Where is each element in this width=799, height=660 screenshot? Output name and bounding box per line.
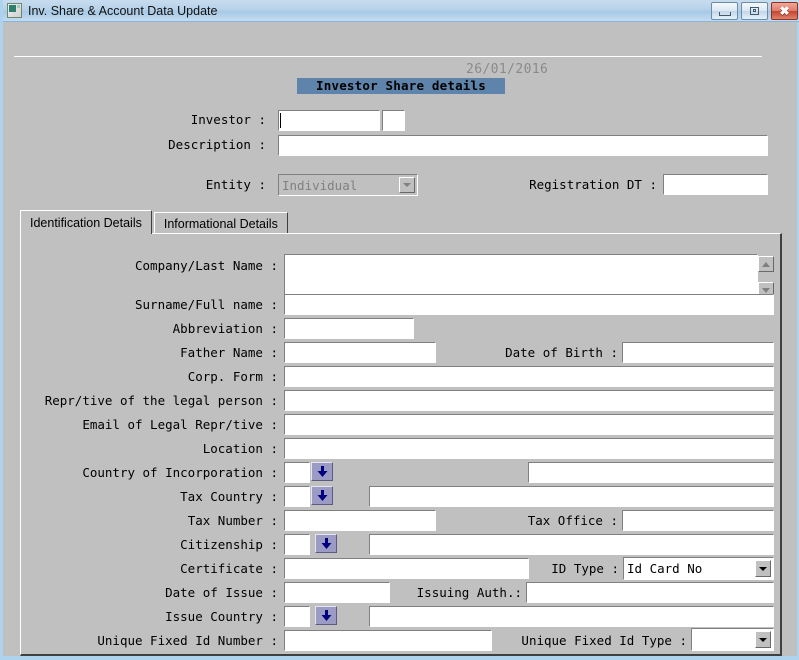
app-window-icon [7, 3, 22, 18]
id-type-select[interactable]: Id Card No [623, 557, 774, 580]
country-of-incorporation-lookup-button[interactable] [311, 462, 333, 481]
issue-country-code-input[interactable] [284, 606, 310, 627]
tax-country-lookup-button[interactable] [311, 486, 333, 505]
country-of-incorporation-name-input[interactable] [528, 462, 774, 483]
window-controls: ✖ [711, 2, 798, 20]
description-input[interactable] [278, 135, 768, 156]
chevron-down-icon[interactable] [755, 631, 771, 648]
tab-informational-details[interactable]: Informational Details [153, 212, 288, 234]
tax-country-code-input[interactable] [284, 486, 310, 507]
abbreviation-label: Abbreviation : [172, 321, 278, 336]
tax-office-input[interactable] [622, 510, 774, 531]
tax-country-label: Tax Country : [180, 489, 278, 504]
maximize-icon [750, 7, 759, 15]
chevron-down-icon[interactable] [399, 177, 415, 193]
title-bar: Inv. Share & Account Data Update ✖ [3, 0, 799, 22]
id-type-label: ID Type : [551, 561, 619, 576]
entity-select[interactable]: Individual [278, 174, 418, 196]
citizenship-label: Citizenship : [180, 537, 278, 552]
down-arrow-lookup-icon [317, 490, 327, 501]
citizenship-name-input[interactable] [369, 534, 774, 555]
date-of-issue-label: Date of Issue : [165, 585, 278, 600]
surname-full-name-label: Surname/Full name : [135, 297, 278, 312]
tax-number-input[interactable] [284, 510, 436, 531]
tax-country-name-input[interactable] [369, 486, 774, 507]
text-caret [280, 113, 281, 128]
location-input[interactable] [284, 438, 774, 459]
tab-identification-details-label: Identification Details [30, 215, 142, 230]
down-arrow-lookup-icon [321, 538, 331, 549]
tab-identification-details[interactable]: Identification Details [20, 210, 152, 234]
unique-fixed-id-type-select[interactable] [691, 628, 774, 651]
minimize-icon [718, 11, 731, 16]
entity-label: Entity : [205, 177, 266, 192]
father-name-input[interactable] [284, 342, 436, 363]
date-of-issue-input[interactable] [284, 582, 390, 603]
close-button[interactable]: ✖ [771, 2, 798, 20]
surname-full-name-input[interactable] [284, 294, 774, 315]
scroll-up-icon[interactable] [758, 256, 774, 272]
abbreviation-input[interactable] [284, 318, 414, 339]
investor-input[interactable] [278, 110, 380, 131]
current-date: 26/01/2016 [466, 62, 549, 77]
corp-form-input[interactable] [284, 366, 774, 387]
citizenship-code-input[interactable] [284, 534, 310, 555]
father-name-label: Father Name : [180, 345, 278, 360]
email-legal-repr-label: Email of Legal Repr/tive : [82, 417, 278, 432]
application-window: Inv. Share & Account Data Update ✖ 26/01… [0, 0, 799, 660]
company-last-name-label: Company/Last Name : [135, 258, 278, 273]
unique-fixed-id-type-label: Unique Fixed Id Type : [521, 633, 687, 648]
repr-legal-person-input[interactable] [284, 390, 774, 411]
investor-code-input[interactable] [382, 110, 405, 131]
location-label: Location : [202, 441, 278, 456]
date-of-birth-input[interactable] [622, 342, 774, 363]
corp-form-label: Corp. Form : [187, 369, 278, 384]
client-area: 26/01/2016 Investor Share details Invest… [6, 22, 797, 656]
maximize-button[interactable] [741, 2, 768, 20]
citizenship-lookup-button[interactable] [315, 534, 337, 553]
tax-number-label: Tax Number : [187, 513, 278, 528]
header-divider [14, 56, 762, 57]
description-label: Description : [168, 137, 266, 152]
tax-office-label: Tax Office : [527, 513, 618, 528]
tab-informational-details-label: Informational Details [163, 216, 278, 231]
unique-fixed-id-number-label: Unique Fixed Id Number : [97, 633, 278, 648]
issue-country-lookup-button[interactable] [315, 606, 337, 625]
down-arrow-lookup-icon [317, 466, 327, 477]
repr-legal-person-label: Repr/tive of the legal person : [44, 393, 278, 408]
email-legal-repr-input[interactable] [284, 414, 774, 435]
close-icon: ✖ [779, 4, 790, 18]
investor-label: Investor : [190, 112, 266, 127]
issue-country-name-input[interactable] [369, 606, 774, 627]
minimize-button[interactable] [711, 2, 738, 20]
window-title: Inv. Share & Account Data Update [28, 3, 218, 18]
tab-strip: Identification Details Informational Det… [20, 210, 288, 234]
down-arrow-lookup-icon [321, 610, 331, 621]
entity-selected-value: Individual [282, 177, 358, 193]
registration-dt-label: Registration DT : [529, 177, 657, 192]
chevron-down-icon[interactable] [755, 560, 771, 577]
registration-dt-input[interactable] [663, 174, 768, 195]
country-of-incorporation-label: Country of Incorporation : [82, 465, 278, 480]
unique-fixed-id-number-input[interactable] [284, 630, 492, 651]
date-of-birth-label: Date of Birth : [505, 345, 618, 360]
issuing-auth-input[interactable] [526, 582, 774, 603]
page-title: Investor Share details [297, 78, 505, 94]
certificate-label: Certificate : [180, 561, 278, 576]
issuing-auth-label: Issuing Auth.: [416, 585, 522, 600]
country-of-incorporation-code-input[interactable] [284, 462, 310, 483]
id-type-selected-value: Id Card No [627, 561, 703, 576]
company-last-name-scrollbar[interactable] [758, 256, 774, 298]
issue-country-label: Issue Country : [165, 609, 278, 624]
